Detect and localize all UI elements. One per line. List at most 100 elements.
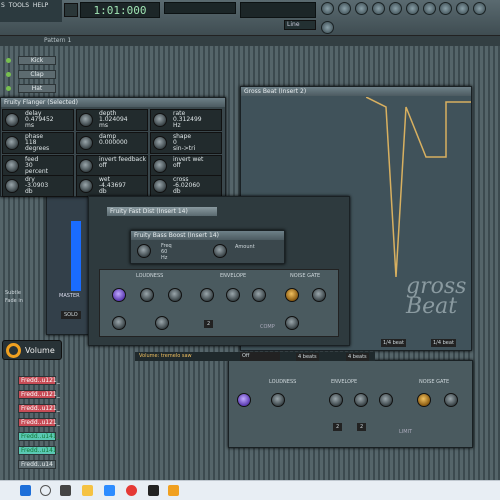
channel-rack-icon[interactable] (354, 2, 368, 15)
plugin-icon[interactable] (422, 2, 436, 15)
knob[interactable] (112, 316, 126, 330)
param-feed[interactable]: feed 30 percent (2, 155, 74, 177)
knob[interactable] (379, 393, 393, 407)
playlist-icon[interactable] (321, 2, 334, 15)
search-icon[interactable] (40, 485, 51, 496)
channel-button-fredd[interactable]: Fredd..u141_ (18, 446, 60, 455)
knob[interactable] (329, 393, 343, 407)
knob[interactable] (312, 288, 326, 302)
knob[interactable] (168, 288, 182, 302)
channel-led[interactable] (6, 72, 11, 77)
menu-item-help[interactable]: HELP (32, 0, 49, 11)
param-wet[interactable]: wet -4.43697 db (76, 175, 148, 197)
knob[interactable] (226, 288, 240, 302)
amount-label: Amount (235, 244, 255, 250)
param-invert-wet[interactable]: invert wet off (150, 155, 222, 177)
cpu-display (240, 2, 316, 18)
depth-knob[interactable] (79, 113, 93, 127)
param-shape[interactable]: shape 0 sin->tri (150, 132, 222, 154)
ratio-button[interactable]: 2 (204, 320, 214, 328)
file-explorer-icon[interactable] (82, 485, 93, 496)
channel-button-fredd[interactable]: Fredd..u121_ (18, 390, 60, 399)
param-rate[interactable]: rate 0.312499 Hz (150, 109, 222, 131)
menu-item-s[interactable]: S (0, 0, 6, 11)
freq-knob[interactable] (137, 244, 151, 258)
mode-select[interactable]: Off (240, 352, 280, 361)
delay-knob[interactable] (5, 113, 19, 127)
noise-gate-knob[interactable] (417, 393, 431, 407)
ratio-button[interactable]: 2 (333, 423, 343, 431)
channel-led[interactable] (6, 58, 11, 63)
param-invert-feedback[interactable]: invert feedback off (76, 155, 148, 177)
knee-button[interactable]: 2 (357, 423, 367, 431)
invert-wet-knob[interactable] (153, 159, 167, 173)
edge-icon[interactable] (104, 485, 115, 496)
feed-knob[interactable] (5, 159, 19, 173)
channel-led[interactable] (6, 86, 11, 91)
damp-knob[interactable] (79, 136, 93, 150)
comp-label: COMP (260, 324, 275, 330)
snap-selector[interactable]: Line (284, 20, 316, 30)
help-icon[interactable] (321, 21, 334, 34)
plugin-picker-icon[interactable] (405, 2, 419, 15)
knob[interactable] (285, 316, 299, 330)
task-view-icon[interactable] (60, 485, 71, 496)
record-icon[interactable] (473, 2, 487, 15)
cross-knob[interactable] (153, 179, 167, 193)
fast-dist-comp-lower: LOUDNESS ENVELOPE NOISE GATE LIMIT 2 2 (228, 360, 473, 448)
amount-knob[interactable] (213, 244, 227, 258)
envelope-label: ENVELOPE (220, 273, 247, 279)
loudness-knob[interactable] (237, 393, 251, 407)
song-position-display: 1:01:000 (80, 2, 160, 18)
piano-roll-icon[interactable] (337, 2, 351, 15)
opera-icon[interactable] (126, 485, 137, 496)
channel-button-fredd[interactable]: Fredd..u121_ (18, 418, 60, 427)
toolbar-icons (320, 0, 500, 36)
loudness-knob[interactable] (112, 288, 126, 302)
param-phase[interactable]: phase 118 degrees (2, 132, 74, 154)
knob[interactable] (140, 288, 154, 302)
invert-feedback-knob[interactable] (79, 159, 93, 173)
envelope-graph[interactable] (366, 97, 471, 287)
beats-select-1[interactable]: 4 beats (296, 353, 319, 361)
knob[interactable] (155, 316, 169, 330)
channel-button-hat[interactable]: Hat (18, 84, 56, 93)
channel-button-fredd[interactable]: Fredd..u141_ (18, 432, 60, 441)
knob[interactable] (444, 393, 458, 407)
browser-icon[interactable] (388, 2, 402, 15)
param-delay[interactable]: delay 0.479452 ms (2, 109, 74, 131)
menu-item-tools[interactable]: TOOLS (8, 0, 30, 11)
param-damp[interactable]: damp 0.000000 (76, 132, 148, 154)
length-right-select[interactable]: 1/4 beat (431, 339, 456, 347)
metronome-icon[interactable] (456, 2, 470, 15)
channel-button-clap[interactable]: Clap (18, 70, 56, 79)
param-dry[interactable]: dry -3.0903 db (2, 175, 74, 197)
media-icon[interactable] (148, 485, 159, 496)
play-button[interactable] (64, 3, 78, 17)
knob[interactable] (354, 393, 368, 407)
channel-button-fredd[interactable]: Fredd..u14 (18, 460, 56, 469)
solo-button[interactable]: SOLO (61, 311, 81, 319)
mixer-icon[interactable] (371, 2, 385, 15)
knob[interactable] (200, 288, 214, 302)
channel-button-fredd[interactable]: Fredd..u121_ (18, 404, 60, 413)
fl-studio-icon[interactable] (168, 485, 179, 496)
noise-gate-knob[interactable] (285, 288, 299, 302)
knob[interactable] (271, 393, 285, 407)
param-depth[interactable]: depth 1.024094 ms (76, 109, 148, 131)
rate-knob[interactable] (153, 113, 167, 127)
channel-button-fredd[interactable]: Fredd..u121_ (18, 376, 60, 385)
length-left-select[interactable]: 1/4 beat (381, 339, 406, 347)
beats-select-2[interactable]: 4 beats (346, 353, 369, 361)
knob[interactable] (252, 288, 266, 302)
dry-knob[interactable] (5, 179, 19, 193)
phase-knob[interactable] (5, 136, 19, 150)
volume-control[interactable]: Volume (2, 340, 62, 360)
wet-knob[interactable] (79, 179, 93, 193)
param-cross[interactable]: cross -6.02060 db (150, 175, 222, 197)
start-icon[interactable] (20, 485, 31, 496)
tempo-icon[interactable] (439, 2, 453, 15)
shape-knob[interactable] (153, 136, 167, 150)
channel-button-kick[interactable]: Kick (18, 56, 56, 65)
pattern-selector[interactable]: Pattern 1 (44, 37, 71, 44)
